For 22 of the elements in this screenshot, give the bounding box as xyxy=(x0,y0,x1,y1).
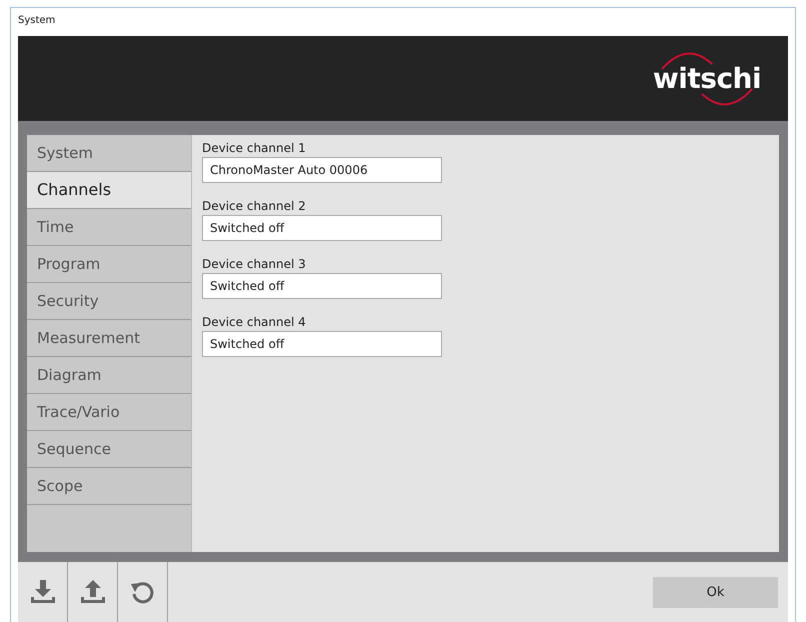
download-icon xyxy=(30,578,56,606)
input-field[interactable]: Switched off xyxy=(202,273,442,299)
sidebar-item[interactable]: Security xyxy=(27,283,191,320)
sidebar-item[interactable]: Time xyxy=(27,209,191,246)
window-title: System xyxy=(18,14,56,28)
field-label: Device channel 3 xyxy=(202,256,307,273)
sidebar-item[interactable]: Measurement xyxy=(27,320,191,357)
input-field[interactable]: Switched off xyxy=(202,331,442,357)
sidebar-item[interactable]: Sequence xyxy=(27,431,191,468)
field-label: Device channel 1 xyxy=(202,140,307,157)
sidebar-item[interactable]: Trace/Vario xyxy=(27,394,191,431)
upload-icon xyxy=(80,578,106,606)
logo: witschi xyxy=(652,48,762,108)
input-field[interactable]: Switched off xyxy=(202,215,442,241)
input-field[interactable]: ChronoMaster Auto 00006 xyxy=(202,157,442,183)
field-label: Device channel 4 xyxy=(202,314,307,331)
sidebar-item[interactable]: System xyxy=(27,135,191,172)
field-label: Device channel 2 xyxy=(202,198,307,215)
ok-button[interactable]: Ok xyxy=(653,576,778,608)
sidebar-item[interactable]: Diagram xyxy=(27,357,191,394)
sidebar-item[interactable]: Scope xyxy=(27,468,191,505)
sidebar-item[interactable]: Program xyxy=(27,246,191,283)
